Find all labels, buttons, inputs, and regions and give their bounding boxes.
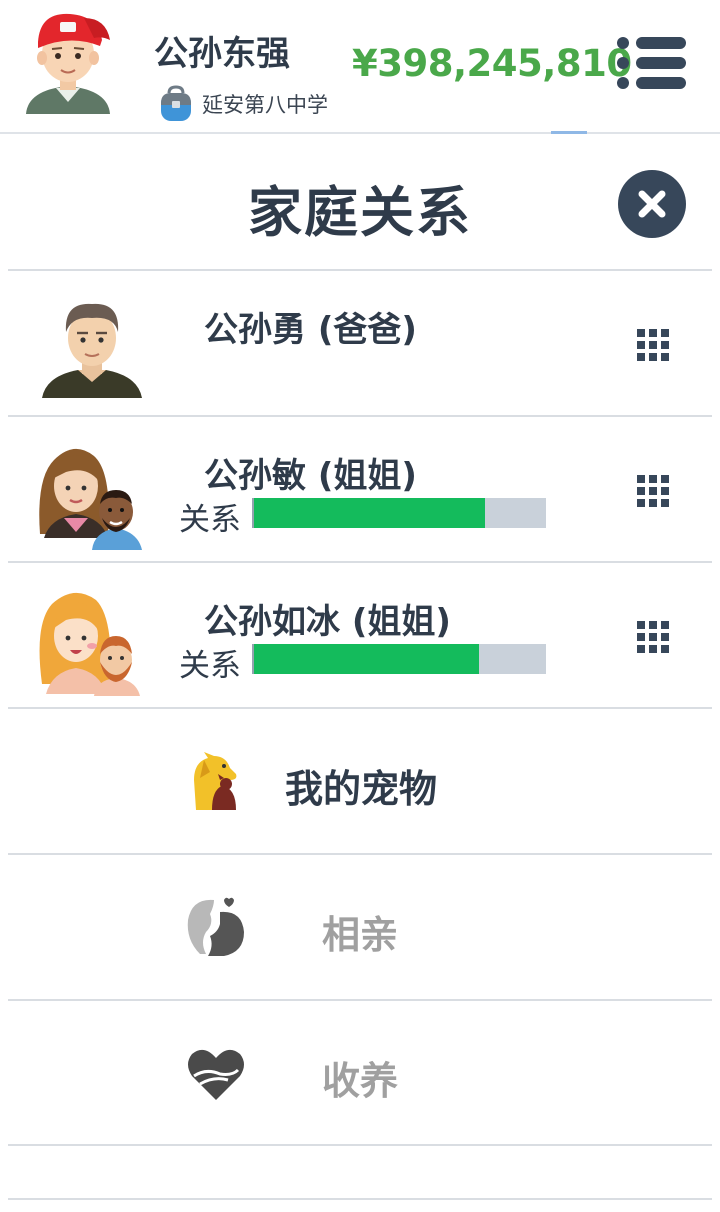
relation-bar-fill xyxy=(254,644,479,674)
divider xyxy=(8,999,712,1001)
grid-icon[interactable] xyxy=(636,620,670,654)
menu-list-icon[interactable] xyxy=(614,34,690,92)
divider xyxy=(8,561,712,563)
relation-bar-fill xyxy=(254,498,485,528)
relation-label: 关系 xyxy=(179,502,241,538)
divider xyxy=(8,1198,712,1200)
sister-with-partner-avatar xyxy=(36,584,148,696)
player-name: 公孙东强 xyxy=(154,34,290,74)
divider xyxy=(8,707,712,709)
money-balance: ¥398,245,810 xyxy=(352,42,632,85)
family-member-row[interactable]: 公孙如冰 (姐姐) 关系 xyxy=(0,564,720,708)
scroll-indicator xyxy=(551,131,587,134)
relation-bar xyxy=(252,498,546,528)
member-name: 公孙勇 (爸爸) xyxy=(204,310,417,350)
top-bar: 公孙东强 延安第八中学 ¥398,245,810 xyxy=(0,0,720,134)
member-name: 公孙如冰 (姐姐) xyxy=(204,602,451,642)
option-label: 收养 xyxy=(322,1059,399,1103)
close-icon xyxy=(638,190,666,218)
option-label: 相亲 xyxy=(322,913,399,957)
couple-kiss-icon xyxy=(184,896,246,958)
relation-label: 关系 xyxy=(179,648,241,684)
member-name: 公孙敏 (姐姐) xyxy=(204,456,417,496)
heart-hug-icon xyxy=(186,1046,246,1102)
sister-with-partner-avatar xyxy=(36,438,148,550)
grid-icon[interactable] xyxy=(636,474,670,508)
divider xyxy=(8,1144,712,1146)
school-name: 延安第八中学 xyxy=(202,93,328,117)
divider xyxy=(8,269,712,271)
school-info: 延安第八中学 xyxy=(158,84,328,124)
option-label: 我的宠物 xyxy=(285,767,438,811)
close-button[interactable] xyxy=(618,170,686,238)
modal-title: 家庭关系 xyxy=(248,181,472,244)
family-member-row[interactable]: 公孙敏 (姐姐) 关系 xyxy=(0,418,720,562)
player-avatar[interactable] xyxy=(24,10,112,118)
father-avatar xyxy=(36,292,148,404)
grid-icon[interactable] xyxy=(636,328,670,362)
family-member-row[interactable]: 公孙勇 (爸爸) xyxy=(0,272,720,416)
divider xyxy=(8,415,712,417)
pet-dog-icon xyxy=(190,750,242,812)
my-pets-button[interactable]: 我的宠物 xyxy=(0,710,720,854)
relation-bar xyxy=(252,644,546,674)
adoption-button[interactable]: 收养 xyxy=(0,1002,720,1146)
blind-date-button[interactable]: 相亲 xyxy=(0,856,720,1000)
divider xyxy=(8,853,712,855)
school-bag-icon xyxy=(158,85,194,123)
